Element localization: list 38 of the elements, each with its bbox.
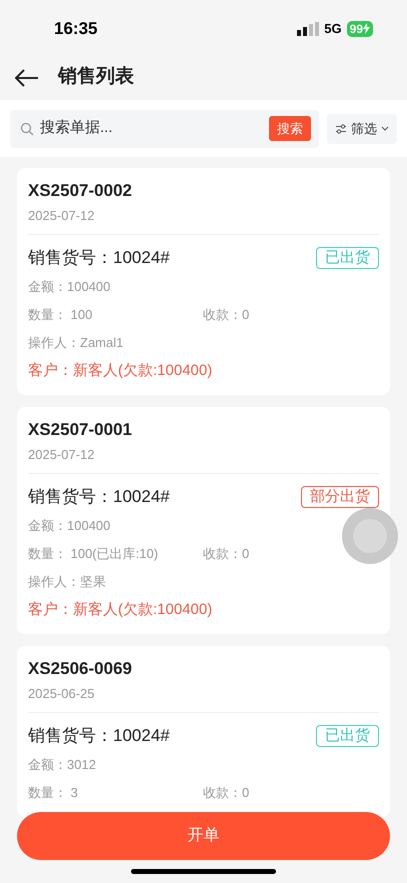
- filter-icon: [335, 122, 347, 134]
- chevron-down-icon: [381, 126, 389, 132]
- quantity-text: 数量： 100: [28, 306, 94, 324]
- order-card[interactable]: XS2507-0002 2025-07-12 销售货号：10024# 已出货 金额：100400 数量： 100 收款：0 操作人：Zamal1 客户：新客人(欠款:100400): [17, 168, 390, 395]
- order-number: XS2506-0069: [28, 658, 133, 680]
- battery-indicator: 99: [346, 20, 373, 36]
- payment-text: 收款：0: [203, 784, 250, 802]
- operator-text: 操作人：Zamal1: [28, 335, 124, 350]
- order-number: XS2507-0002: [28, 180, 133, 202]
- filter-button[interactable]: 筛选: [327, 114, 397, 144]
- order-card[interactable]: XS2506-0069 2025-06-25 销售货号：10024# 已出货 金额：3012 数量： 3 收款：0: [17, 646, 390, 817]
- item-number: 销售货号：10024#: [28, 247, 170, 269]
- amount-text: 金额：3012: [28, 757, 96, 772]
- order-date: 2025-06-25: [28, 685, 96, 703]
- payment-text: 收款：0: [203, 545, 250, 563]
- page-title: 销售列表: [58, 65, 134, 90]
- order-number: XS2507-0001: [28, 419, 133, 441]
- customer-text: 客户：新客人(欠款:100400): [28, 362, 212, 379]
- amount-text: 金额：100400: [28, 279, 110, 294]
- order-date: 2025-07-12: [28, 446, 96, 464]
- payment-text: 收款：0: [203, 306, 250, 324]
- amount-text: 金额：100400: [28, 518, 110, 533]
- search-icon: [20, 122, 34, 136]
- signal-icon: [297, 22, 320, 36]
- order-card[interactable]: XS2507-0001 2025-07-12 销售货号：10024# 部分出货 金额：100400 数量： 100(已出库:10) 收款：0 操作人：坚果 客户：新客人(欠款:100400): [17, 407, 390, 634]
- quantity-text: 数量： 100(已出库:10): [28, 545, 160, 563]
- status-badge: 已出货: [316, 247, 379, 269]
- customer-text: 客户：新客人(欠款:100400): [28, 601, 212, 618]
- operator-text: 操作人：坚果: [28, 574, 106, 589]
- status-badge: 已出货: [316, 725, 379, 747]
- item-number: 销售货号：10024#: [28, 486, 170, 508]
- status-time: 16:35: [54, 18, 98, 40]
- quantity-text: 数量： 3: [28, 784, 79, 802]
- network-label: 5G: [324, 20, 342, 38]
- status-badge: 部分出货: [301, 486, 379, 508]
- back-icon[interactable]: [15, 68, 39, 86]
- item-number: 销售货号：10024#: [28, 725, 170, 747]
- order-date: 2025-07-12: [28, 207, 96, 225]
